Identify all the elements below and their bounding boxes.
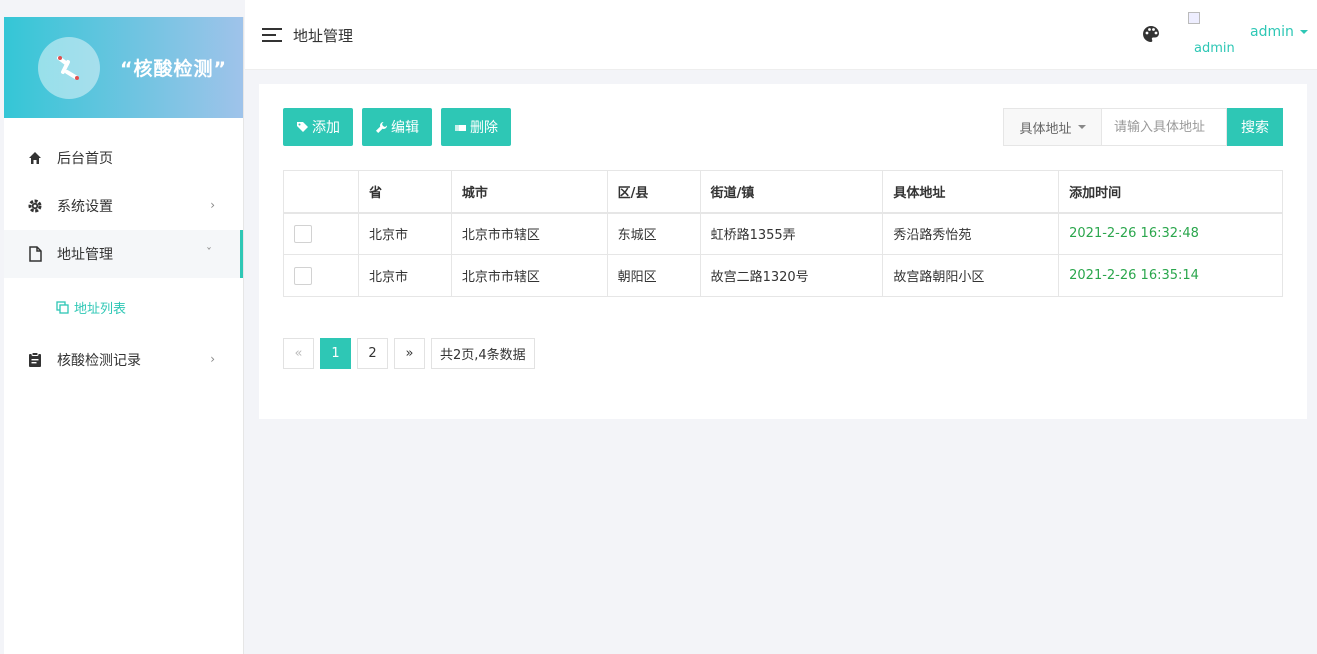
table-header: 城市 <box>450 170 608 214</box>
table-row[interactable]: 北京市 北京市市辖区 朝阳区 故宫二路1320号 故宫路朝阳小区 2021-2-… <box>283 254 1283 297</box>
table-row[interactable]: 北京市 北京市市辖区 东城区 虹桥路1355弄 秀沿路秀怡苑 2021-2-26… <box>283 212 1283 255</box>
avatar-alt-text: admin <box>1194 41 1234 56</box>
chevron-right-icon: › <box>210 352 215 366</box>
sidebar-item-address[interactable]: 地址管理 ˇ <box>4 230 243 278</box>
clipboard-icon <box>26 351 44 369</box>
table-cell: 虹桥路1355弄 <box>699 212 884 255</box>
user-name: admin <box>1250 24 1294 40</box>
search-field-select[interactable]: 具体地址 <box>1003 108 1101 146</box>
table-header: 具体地址 <box>882 170 1060 214</box>
pagination-prev[interactable]: « <box>283 338 314 369</box>
sidebar-item-label: 地址管理 <box>57 247 113 263</box>
home-icon <box>26 149 44 167</box>
brand: “核酸检测” <box>4 17 243 118</box>
brand-title: “核酸检测” <box>120 58 227 80</box>
edit-button[interactable]: 编辑 <box>362 108 432 146</box>
add-button[interactable]: 添加 <box>283 108 353 146</box>
sidebar: “核酸检测” 后台首页 系统设置 › 地址管理 ˇ 地址列表 核酸检测记录 › <box>4 17 244 654</box>
row-checkbox[interactable] <box>294 266 312 285</box>
wrench-icon <box>375 121 388 134</box>
palette-icon[interactable] <box>1141 24 1161 48</box>
sidebar-item-home[interactable]: 后台首页 <box>4 134 243 182</box>
table-cell-time: 2021-2-26 16:32:48 <box>1058 212 1283 255</box>
table-cell-checkbox <box>283 254 359 297</box>
table-cell: 朝阳区 <box>606 254 701 297</box>
table-header-row: 省 城市 区/县 街道/镇 具体地址 添加时间 <box>283 170 1283 214</box>
avatar[interactable]: admin <box>1188 12 1234 58</box>
brand-logo-icon <box>38 36 100 99</box>
file-icon <box>26 245 44 263</box>
user-menu[interactable]: admin <box>1250 24 1308 40</box>
sidebar-item-label: 核酸检测记录 <box>57 353 141 369</box>
sidebar-item-label: 后台首页 <box>57 151 113 167</box>
pagination-next[interactable]: » <box>394 338 425 369</box>
caret-down-icon <box>1077 125 1086 129</box>
table-cell: 秀沿路秀怡苑 <box>882 212 1060 255</box>
sidebar-subitem-label: 地址列表 <box>74 301 127 317</box>
delete-button-label: 删除 <box>470 120 498 136</box>
row-checkbox[interactable] <box>294 224 312 243</box>
gear-icon <box>26 197 44 215</box>
add-button-label: 添加 <box>312 120 340 136</box>
pagination-page-1[interactable]: 1 <box>320 338 351 369</box>
address-table: 省 城市 区/县 街道/镇 具体地址 添加时间 北京市 北京市市辖区 东城区 虹… <box>283 170 1283 297</box>
search-button[interactable]: 搜索 <box>1227 108 1283 146</box>
topbar: 地址管理 admin admin <box>245 0 1317 70</box>
table-cell: 北京市市辖区 <box>450 254 608 297</box>
table-cell-time: 2021-2-26 16:35:14 <box>1058 254 1283 297</box>
sidebar-item-settings[interactable]: 系统设置 › <box>4 182 243 230</box>
eraser-icon <box>454 121 467 134</box>
delete-button[interactable]: 删除 <box>441 108 511 146</box>
chevron-down-icon: ˇ <box>206 246 212 260</box>
table-cell-checkbox <box>283 212 359 255</box>
page-title: 地址管理 <box>293 27 354 45</box>
pagination-info: 共2页,4条数据 <box>431 338 535 369</box>
table-header: 街道/镇 <box>699 170 884 214</box>
table-header: 添加时间 <box>1058 170 1283 214</box>
table-cell: 故宫路朝阳小区 <box>882 254 1060 297</box>
edit-button-label: 编辑 <box>391 120 419 136</box>
table-cell: 北京市 <box>357 212 452 255</box>
toolbar: 添加 编辑 删除 <box>283 108 511 146</box>
content-panel: 添加 编辑 删除 具体地址 搜索 省 城市 <box>259 84 1307 419</box>
table-cell: 故宫二路1320号 <box>699 254 884 297</box>
pagination: « 1 2 » 共2页,4条数据 <box>283 338 535 369</box>
table-cell: 东城区 <box>606 212 701 255</box>
search-field-label: 具体地址 <box>1019 121 1072 137</box>
copy-icon <box>56 300 69 314</box>
chevron-right-icon: › <box>210 198 215 212</box>
table-header: 区/县 <box>606 170 701 214</box>
table-header-checkbox <box>283 170 359 214</box>
table-cell: 北京市市辖区 <box>450 212 608 255</box>
search-input[interactable] <box>1101 108 1227 146</box>
sidebar-item-records[interactable]: 核酸检测记录 › <box>4 336 243 384</box>
sidebar-menu: 后台首页 系统设置 › 地址管理 ˇ 地址列表 核酸检测记录 › <box>4 118 243 384</box>
broken-image-icon <box>1188 12 1200 24</box>
table-header: 省 <box>357 170 452 214</box>
search-group: 具体地址 搜索 <box>1003 108 1283 146</box>
sidebar-item-label: 系统设置 <box>57 199 113 215</box>
table-cell: 北京市 <box>357 254 452 297</box>
sidebar-subitem-address-list[interactable]: 地址列表 <box>4 278 243 336</box>
menu-toggle-icon[interactable] <box>262 27 282 43</box>
pagination-page-2[interactable]: 2 <box>357 338 388 369</box>
tag-icon <box>296 121 309 134</box>
caret-down-icon <box>1299 30 1308 34</box>
